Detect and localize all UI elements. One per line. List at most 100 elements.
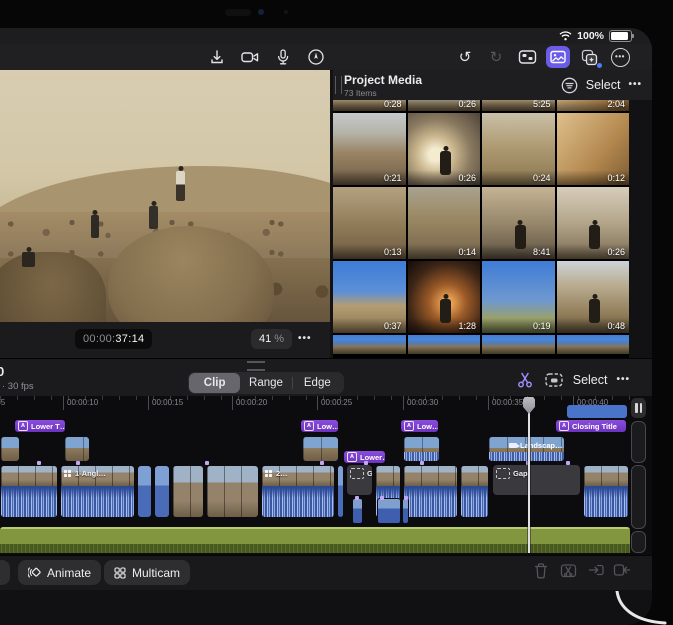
media-thumbnail[interactable]: 0:12 <box>557 113 630 185</box>
media-thumbnail[interactable]: 0:26 <box>408 100 481 111</box>
animate-button[interactable]: Animate <box>18 560 101 585</box>
media-thumbnail[interactable]: 0:37 <box>333 261 406 333</box>
media-more-button[interactable]: ••• <box>628 80 642 90</box>
media-thumbnail[interactable]: 0:26 <box>408 113 481 185</box>
media-thumbnail[interactable]: 8:41 <box>482 187 555 259</box>
media-thumbnail[interactable] <box>408 335 481 354</box>
ruler-timecode-label: 00:00:30 <box>403 396 438 410</box>
undo-button[interactable]: ↺ <box>453 46 477 68</box>
gap-clip[interactable]: G… <box>346 464 373 496</box>
media-thumbnail[interactable]: 0:24 <box>482 113 555 185</box>
timeline-clip[interactable] <box>154 465 170 518</box>
title-clip[interactable]: ALow… <box>300 419 339 433</box>
draw-tool-button[interactable] <box>304 46 328 68</box>
record-audio-button[interactable] <box>271 46 295 68</box>
media-thumbnail[interactable] <box>557 335 630 354</box>
connected-clip-below[interactable] <box>402 498 409 524</box>
viewer-zoom-control[interactable]: 41% <box>251 329 292 349</box>
timeline-more-button[interactable]: ••• <box>616 375 630 385</box>
title-clip[interactable]: ALow… <box>400 419 439 433</box>
ruler-timecode-label: 00:00:20 <box>232 396 267 410</box>
media-thumbnail[interactable]: 0:13 <box>333 187 406 259</box>
timeline-clip[interactable] <box>583 465 629 518</box>
connected-clip[interactable] <box>302 436 339 462</box>
battery-percentage: 100% <box>577 30 604 42</box>
timeline-clip[interactable] <box>137 465 152 518</box>
gap-clip[interactable]: Gap <box>492 464 581 496</box>
media-thumbnail[interactable] <box>333 335 406 354</box>
record-video-button[interactable] <box>238 46 262 68</box>
multicam-button[interactable]: Multicam <box>104 560 190 585</box>
effects-button[interactable] <box>577 46 601 68</box>
inspector-button[interactable] <box>515 46 539 68</box>
tab-range[interactable]: Range <box>240 373 291 393</box>
connected-clip[interactable] <box>0 436 20 462</box>
delete-clip-button[interactable] <box>533 562 549 579</box>
undo-icon: ↺ <box>459 50 472 65</box>
connected-clip-below[interactable] <box>352 498 363 524</box>
timeline-clip[interactable] <box>0 465 58 518</box>
import-button[interactable] <box>205 46 229 68</box>
audio-music-clip[interactable] <box>0 527 630 553</box>
timeline-clip[interactable] <box>172 465 204 518</box>
viewer-more-button[interactable]: ••• <box>298 334 312 344</box>
timecode-display[interactable]: 00:00:37:14 <box>75 329 152 349</box>
connected-clip-blue[interactable] <box>567 405 627 418</box>
media-panel-header: Project Media 73 Items Select ••• <box>333 70 652 100</box>
timeline-track-minimap-segment[interactable] <box>631 531 646 553</box>
media-browser-button[interactable] <box>546 46 570 68</box>
timeline-clip[interactable] <box>206 465 259 518</box>
media-thumbnail[interactable]: 0:14 <box>408 187 481 259</box>
viewer-preview[interactable] <box>0 70 330 322</box>
title-clip[interactable]: AClosing Title <box>555 419 627 433</box>
more-options-button[interactable]: ••• <box>608 46 632 68</box>
media-thumbnail[interactable]: 0:28 <box>333 100 406 111</box>
filter-icon[interactable] <box>561 77 578 94</box>
camera-badge-icon <box>509 443 517 448</box>
connected-clip-waveform <box>404 452 439 461</box>
blade-tool-icon[interactable] <box>515 370 535 390</box>
append-clip-button[interactable] <box>613 562 631 578</box>
media-thumbnail[interactable]: 2:04 <box>557 100 630 111</box>
timeline-track-minimap-segment[interactable] <box>631 465 646 529</box>
connected-clip-below[interactable] <box>377 498 401 524</box>
media-thumbnail[interactable]: 0:21 <box>333 113 406 185</box>
overwrite-tool-icon[interactable] <box>544 371 564 389</box>
media-thumbnail[interactable]: 0:19 <box>482 261 555 333</box>
title-clip[interactable]: ALower T… <box>14 419 66 433</box>
timeline-clip[interactable]: 1-Angl… <box>60 465 135 518</box>
split-clip-button[interactable] <box>560 562 577 579</box>
clip-connection-dot <box>320 461 324 465</box>
tab-edge[interactable]: Edge <box>292 373 343 393</box>
timeline-clip[interactable] <box>460 465 489 518</box>
clip-duration: 0:37 <box>384 321 402 331</box>
timeline-vertical-scroll-handle[interactable] <box>631 398 646 418</box>
title-clip-label: Low… <box>317 422 339 431</box>
timeline-clip[interactable]: 2… <box>261 465 335 518</box>
media-select-button[interactable]: Select <box>586 78 621 92</box>
timeline-clip[interactable] <box>337 465 344 518</box>
tab-clip[interactable]: Clip <box>189 373 240 393</box>
media-thumbnail[interactable]: 0:26 <box>557 187 630 259</box>
redo-button[interactable]: ↻ <box>484 46 508 68</box>
timeline-select-button[interactable]: Select <box>573 373 608 387</box>
partial-edge-button[interactable] <box>0 560 10 585</box>
ruler-timecode-label: 00:00:10 <box>63 396 98 410</box>
media-thumbnail[interactable]: 1:28 <box>408 261 481 333</box>
clip-name-label: 2… <box>276 469 288 478</box>
clip-filmstrip <box>461 466 488 486</box>
timeline-resize-handle[interactable] <box>247 361 265 371</box>
clip-duration: 0:26 <box>458 173 476 183</box>
timeline-clip[interactable] <box>403 465 458 518</box>
connected-clip[interactable] <box>403 436 440 462</box>
connected-clip[interactable]: Landscap… <box>488 436 565 462</box>
media-thumbnail[interactable]: 5:25 <box>482 100 555 111</box>
connected-clip[interactable] <box>64 436 90 462</box>
panel-drag-handle[interactable] <box>335 76 342 94</box>
insert-clip-button[interactable] <box>588 562 605 578</box>
media-thumbnail[interactable] <box>482 335 555 354</box>
multicam-badge-icon <box>64 470 72 478</box>
media-thumbnail[interactable]: 0:48 <box>557 261 630 333</box>
clip-audio-waveform <box>262 486 334 517</box>
timeline-track-minimap-segment[interactable] <box>631 421 646 463</box>
